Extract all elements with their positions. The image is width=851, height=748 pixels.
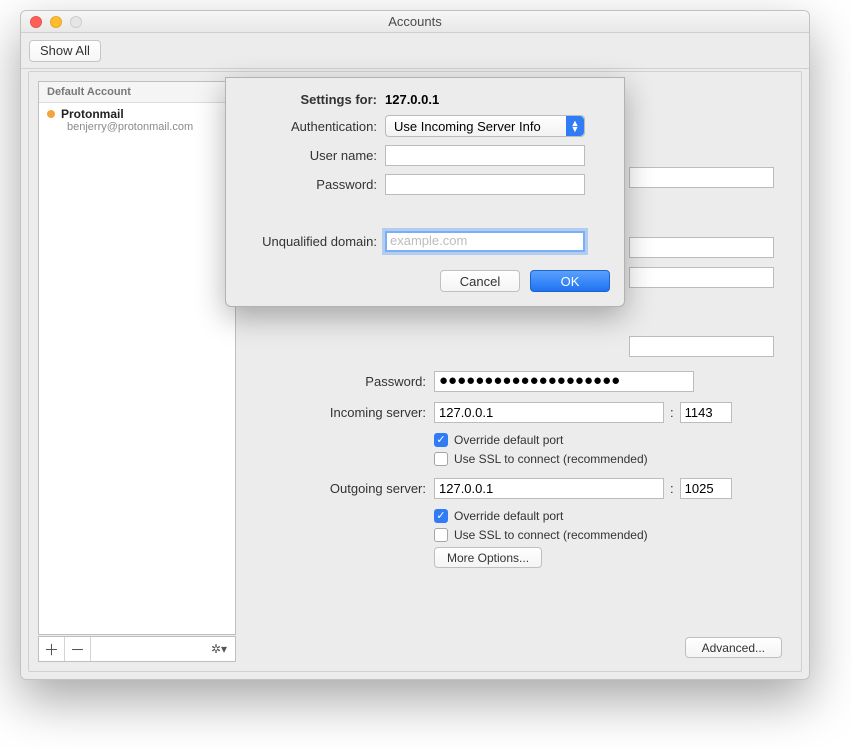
account-actions-menu[interactable]: ✲▾ bbox=[203, 642, 235, 656]
accounts-window: Accounts Show All Default Account Proton… bbox=[20, 10, 810, 680]
authentication-label: Authentication: bbox=[240, 119, 385, 134]
settings-for-value: 127.0.0.1 bbox=[385, 92, 439, 107]
account-list-item[interactable]: Protonmail benjerry@protonmail.com bbox=[39, 103, 235, 139]
outgoing-use-ssl-label: Use SSL to connect (recommended) bbox=[454, 528, 648, 542]
username-field[interactable] bbox=[385, 145, 585, 166]
hidden-field[interactable] bbox=[629, 237, 774, 258]
unqualified-domain-label: Unqualified domain: bbox=[240, 234, 385, 249]
hidden-field[interactable] bbox=[629, 336, 774, 357]
ok-button[interactable]: OK bbox=[530, 270, 610, 292]
sidebar-footer: ＋ － ✲▾ bbox=[38, 636, 236, 662]
incoming-use-ssl-label: Use SSL to connect (recommended) bbox=[454, 452, 648, 466]
outgoing-port-field[interactable] bbox=[680, 478, 732, 499]
port-separator: : bbox=[670, 481, 674, 496]
titlebar: Accounts bbox=[21, 11, 809, 33]
incoming-server-field[interactable] bbox=[434, 402, 664, 423]
close-icon[interactable] bbox=[30, 16, 42, 28]
cancel-button[interactable]: Cancel bbox=[440, 270, 520, 292]
authentication-value: Use Incoming Server Info bbox=[394, 119, 541, 134]
incoming-override-port-label: Override default port bbox=[454, 433, 563, 447]
window-title: Accounts bbox=[388, 14, 441, 29]
accounts-sidebar: Default Account Protonmail benjerry@prot… bbox=[38, 81, 236, 635]
toolbar: Show All bbox=[21, 33, 809, 69]
outgoing-override-port-checkbox[interactable] bbox=[434, 509, 448, 523]
incoming-port-field[interactable] bbox=[680, 402, 732, 423]
hidden-field[interactable] bbox=[629, 267, 774, 288]
status-dot-icon bbox=[47, 110, 55, 118]
outgoing-settings-sheet: Settings for: 127.0.0.1 Authentication: … bbox=[225, 77, 625, 307]
gear-icon: ✲▾ bbox=[211, 642, 227, 656]
more-options-button[interactable]: More Options... bbox=[434, 547, 542, 568]
password-label: Password: bbox=[249, 374, 434, 389]
outgoing-server-label: Outgoing server: bbox=[249, 481, 434, 496]
placeholder-text: example.com bbox=[390, 233, 467, 248]
zoom-icon[interactable] bbox=[70, 16, 82, 28]
sidebar-section-header: Default Account bbox=[39, 82, 235, 103]
incoming-override-port-checkbox[interactable] bbox=[434, 433, 448, 447]
account-email: benjerry@protonmail.com bbox=[47, 121, 227, 133]
outgoing-server-field[interactable] bbox=[434, 478, 664, 499]
chevron-updown-icon: ▲▼ bbox=[566, 116, 584, 136]
minimize-icon[interactable] bbox=[50, 16, 62, 28]
unqualified-domain-field[interactable]: example.com bbox=[385, 231, 585, 252]
password-field[interactable]: ●●●●●●●●●●●●●●●●●●●● bbox=[434, 371, 694, 392]
password-label: Password: bbox=[240, 177, 385, 192]
authentication-select[interactable]: Use Incoming Server Info ▲▼ bbox=[385, 115, 585, 137]
password-field[interactable] bbox=[385, 174, 585, 195]
incoming-use-ssl-checkbox[interactable] bbox=[434, 452, 448, 466]
add-account-button[interactable]: ＋ bbox=[39, 637, 65, 661]
window-controls bbox=[30, 16, 82, 28]
username-label: User name: bbox=[240, 148, 385, 163]
settings-for-label: Settings for: bbox=[240, 92, 385, 107]
account-name: Protonmail bbox=[61, 107, 124, 121]
remove-account-button[interactable]: － bbox=[65, 637, 91, 661]
incoming-server-label: Incoming server: bbox=[249, 405, 434, 420]
port-separator: : bbox=[670, 405, 674, 420]
outgoing-use-ssl-checkbox[interactable] bbox=[434, 528, 448, 542]
outgoing-override-port-label: Override default port bbox=[454, 509, 563, 523]
show-all-button[interactable]: Show All bbox=[29, 40, 101, 62]
advanced-button[interactable]: Advanced... bbox=[685, 637, 782, 658]
hidden-field[interactable] bbox=[629, 167, 774, 188]
